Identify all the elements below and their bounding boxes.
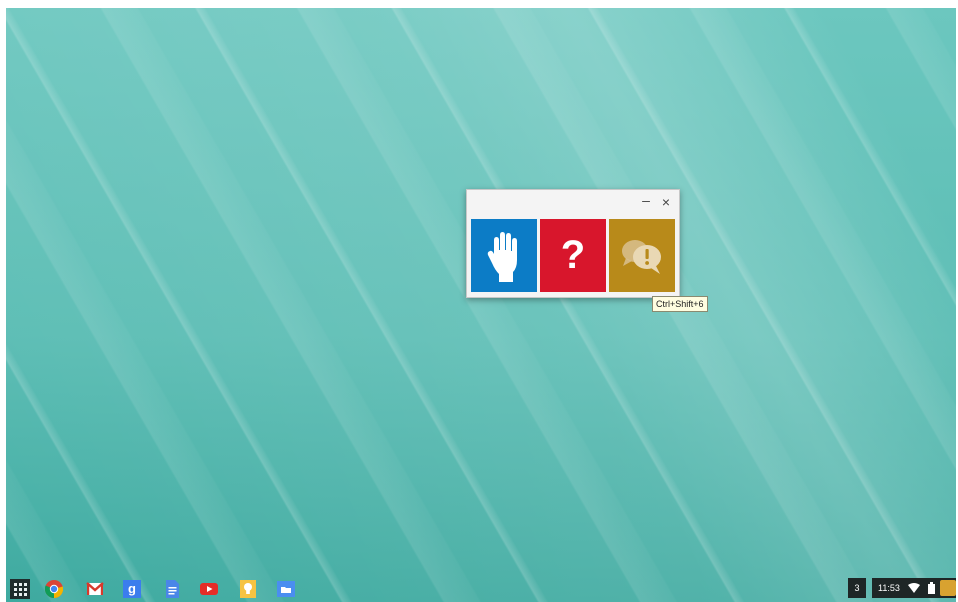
wifi-icon: [908, 583, 920, 593]
chrome-icon[interactable]: [45, 580, 63, 598]
help-button[interactable]: ?: [540, 219, 606, 292]
app-window: – × ?: [466, 189, 680, 298]
keep-lightbulb-icon[interactable]: [239, 580, 257, 598]
keyboard-shortcut-tooltip: Ctrl+Shift+6: [652, 296, 708, 312]
battery-icon: [928, 582, 935, 594]
chat-alert-button[interactable]: [609, 219, 675, 292]
clock: 11:53: [878, 583, 900, 593]
shelf: g 3 11:53: [6, 576, 956, 602]
chat-alert-icon: [622, 239, 661, 274]
docs-icon[interactable]: [163, 580, 181, 598]
notification-count-badge[interactable]: 3: [848, 578, 866, 598]
close-button[interactable]: ×: [658, 194, 674, 210]
window-titlebar[interactable]: – ×: [467, 190, 679, 215]
question-mark-icon: ?: [560, 233, 586, 277]
youtube-icon[interactable]: [200, 580, 218, 598]
gmail-icon[interactable]: [86, 580, 104, 598]
user-avatar: [940, 580, 956, 596]
google-search-icon[interactable]: g: [123, 580, 141, 598]
app-launcher-icon[interactable]: [10, 579, 30, 599]
minimize-button[interactable]: –: [638, 192, 654, 208]
raise-hand-icon: [487, 231, 517, 282]
raise-hand-button[interactable]: [471, 219, 537, 292]
desktop-wallpaper: [6, 8, 956, 602]
status-tray[interactable]: 11:53: [872, 578, 956, 598]
files-icon[interactable]: [277, 580, 295, 598]
